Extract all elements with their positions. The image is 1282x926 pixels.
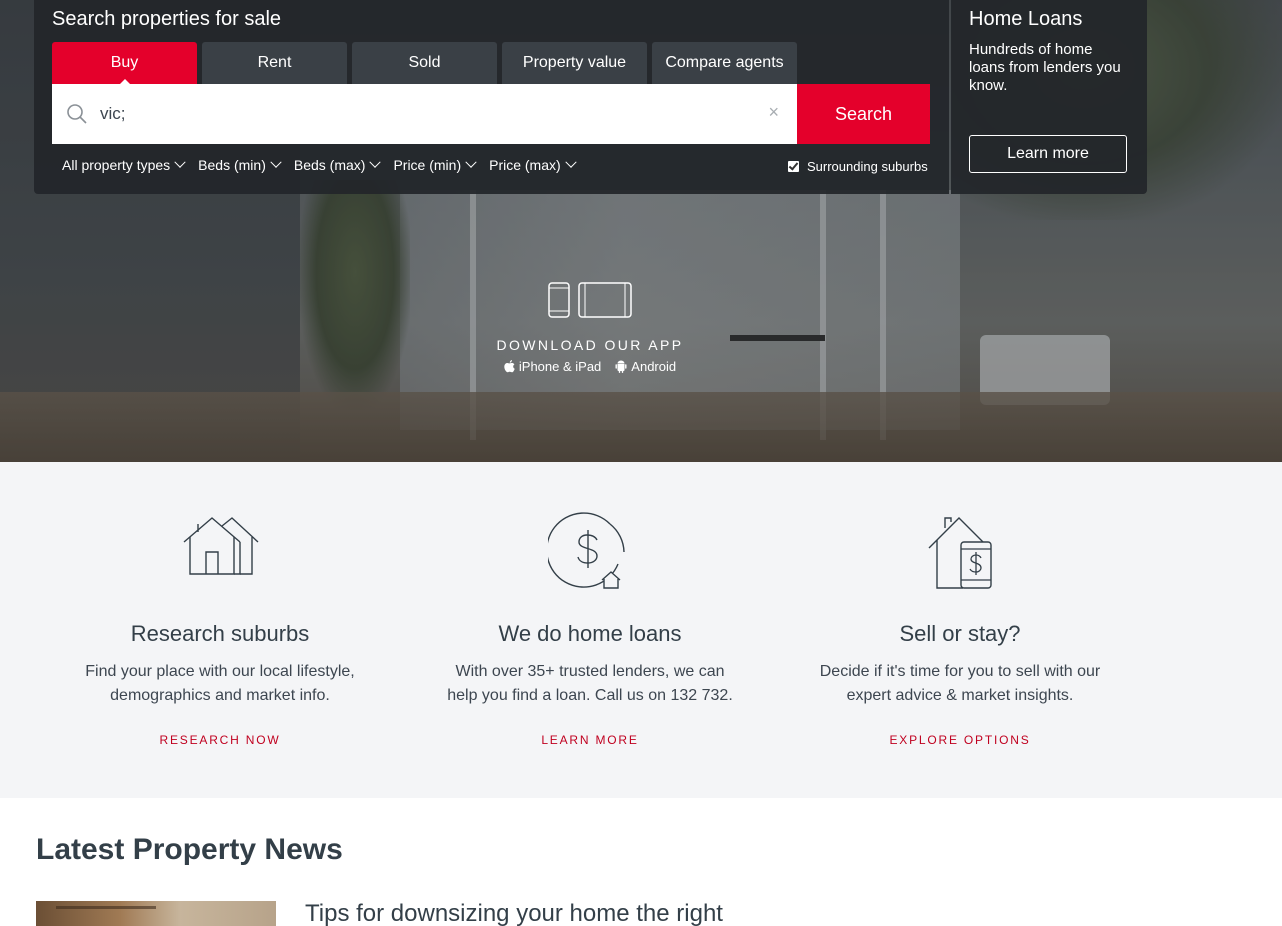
feature-description: With over 35+ trusted lenders, we can he… xyxy=(447,663,733,704)
chevron-down-icon xyxy=(369,156,382,168)
news-thumbnail[interactable] xyxy=(36,901,276,926)
feature-title: Sell or stay? xyxy=(899,621,1021,646)
surrounding-suburbs-checkbox[interactable] xyxy=(788,161,799,172)
feature-research-suburbs: Research suburbs Find your place with ou… xyxy=(50,462,390,747)
search-tabs: Buy Rent Sold Property value Compare age… xyxy=(52,42,797,85)
filter-beds-min[interactable]: Beds (min) xyxy=(198,156,282,173)
search-input[interactable]: vic; × xyxy=(52,84,797,144)
learn-more-button[interactable]: Learn more xyxy=(969,135,1127,173)
explore-options-link[interactable]: EXPLORE OPTIONS xyxy=(790,733,1130,747)
phone-icon xyxy=(548,282,570,318)
surrounding-suburbs-option: Surrounding suburbs xyxy=(788,159,928,174)
search-input-value: vic; xyxy=(100,104,126,123)
home-loans-panel: Home Loans Hundreds of home loans from l… xyxy=(951,0,1147,194)
home-loans-description: Hundreds of home loans from lenders you … xyxy=(969,41,1121,94)
feature-title: Research suburbs xyxy=(130,621,310,646)
filter-price-max[interactable]: Price (max) xyxy=(489,156,577,173)
feature-description: Decide if it's time for you to sell with… xyxy=(819,663,1101,704)
tab-rent[interactable]: Rent xyxy=(202,42,347,84)
home-loans-title: Home Loans xyxy=(969,8,1083,30)
search-row: vic; × Search xyxy=(52,84,930,144)
chevron-down-icon xyxy=(270,156,282,168)
search-filters: All property types Beds (min) Beds (max)… xyxy=(62,156,589,173)
tab-compare-agents[interactable]: Compare agents xyxy=(652,42,797,84)
chevron-down-icon xyxy=(174,156,186,168)
research-now-link[interactable]: RESEARCH NOW xyxy=(50,733,390,747)
chevron-down-icon xyxy=(465,156,477,168)
house-phone-dollar-icon xyxy=(928,517,992,589)
filter-price-min[interactable]: Price (min) xyxy=(393,156,477,173)
android-icon xyxy=(615,360,627,373)
feature-home-loans: We do home loans With over 35+ trusted l… xyxy=(420,462,760,747)
search-title: Search properties for sale xyxy=(52,8,282,30)
tab-property-value[interactable]: Property value xyxy=(502,42,647,84)
learn-more-link[interactable]: LEARN MORE xyxy=(420,733,760,747)
surrounding-suburbs-label: Surrounding suburbs xyxy=(807,159,928,174)
feature-sell-or-stay: Sell or stay? Decide if it's time for yo… xyxy=(790,462,1130,747)
feature-title: We do home loans xyxy=(498,621,682,646)
iphone-app-link[interactable]: iPhone & iPad xyxy=(504,359,601,374)
download-app: DOWNLOAD OUR APP iPhone & iPad Android xyxy=(490,282,690,374)
search-icon xyxy=(67,104,87,124)
search-button[interactable]: Search xyxy=(797,84,930,144)
apple-icon xyxy=(504,360,515,373)
search-panel: Search properties for sale Buy Rent Sold… xyxy=(34,0,949,194)
filter-property-types[interactable]: All property types xyxy=(62,156,186,173)
feature-description: Find your place with our local lifestyle… xyxy=(85,663,355,704)
house-icon xyxy=(183,517,259,575)
app-devices xyxy=(490,282,690,320)
app-title: DOWNLOAD OUR APP xyxy=(496,337,684,353)
features-section: Research suburbs Find your place with ou… xyxy=(0,462,1282,798)
tab-buy[interactable]: Buy xyxy=(52,42,197,85)
dollar-house-icon xyxy=(548,512,625,589)
app-links: iPhone & iPad Android xyxy=(490,359,690,374)
clear-icon[interactable]: × xyxy=(768,102,779,123)
chevron-down-icon xyxy=(565,156,577,168)
filter-beds-max[interactable]: Beds (max) xyxy=(294,156,382,173)
news-headline[interactable]: Tips for downsizing your home the right xyxy=(305,900,723,926)
tab-sold[interactable]: Sold xyxy=(352,42,497,84)
news-section-title: Latest Property News xyxy=(36,833,343,866)
android-app-link[interactable]: Android xyxy=(615,359,676,374)
tablet-icon xyxy=(578,282,632,318)
